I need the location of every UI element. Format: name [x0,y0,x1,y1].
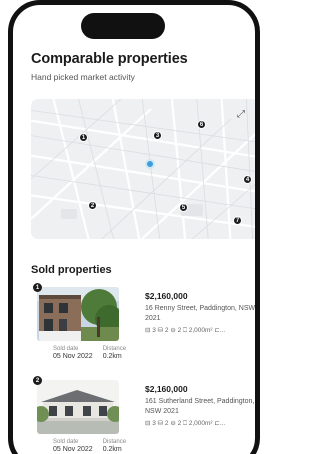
map-pin-4[interactable]: 4 [243,175,252,184]
sold-property-card[interactable]: 1 $2,160,000 16 Renny Street, Paddington… [33,283,256,365]
phone-frame: Comparable properties Hand picked market… [8,0,260,454]
property-features: ⊟ 3 ⛁ 2 ⊖ 2 ⎕ 2,000m² ⊏... [145,420,226,427]
property-info: $2,160,000 16 Renny Street, Paddington, … [145,291,256,335]
card-number-badge: 1 [33,283,42,292]
property-info: $2,160,000 161 Sutherland Street, Paddin… [145,384,255,428]
map-pin-5[interactable]: 5 [179,203,188,212]
sold-date-value: 05 Nov 2022 [53,353,93,360]
property-price: $2,160,000 [145,384,188,394]
sold-properties-heading: Sold properties [31,264,112,276]
expand-icon[interactable]: ⤢ [237,109,245,120]
card-number-badge: 2 [33,376,42,385]
distance-label: Distance [102,439,127,445]
sold-date-value: 05 Nov 2022 [53,446,93,453]
map-pin-1[interactable]: 1 [79,133,88,142]
property-address: 161 Sutherland Street, Paddington, NSW 2… [145,398,255,415]
distance-label: Distance [102,346,127,352]
map-pin-2[interactable]: 2 [88,201,97,210]
comparables-map[interactable]: ⤢ 1 2 3 4 5 6 7 [31,99,255,239]
subject-property-pin[interactable] [145,159,155,169]
map-streets [31,99,255,239]
map-pin-7[interactable]: 7 [233,216,242,225]
property-meta: Sold date 05 Nov 2022 Distance 0.2km [53,346,126,360]
map-pin-6[interactable]: 6 [197,120,206,129]
page-title: Comparable properties [31,51,188,67]
property-photo [37,287,119,341]
property-price: $2,160,000 [145,291,188,301]
map-pin-3[interactable]: 3 [153,131,162,140]
page-subtitle: Hand picked market activity [31,72,135,82]
property-meta: Sold date 05 Nov 2022 Distance 0.2km [53,439,126,453]
distance-value: 0.2km [102,446,122,453]
distance-value: 0.2km [102,353,122,360]
sold-property-card[interactable]: 2 $2,160,000 161 Sutherland Street, Padd… [33,376,255,454]
property-photo [37,380,119,434]
sold-date-label: Sold date [53,346,79,352]
property-features: ⊟ 3 ⛁ 2 ⊖ 2 ⎕ 2,000m² ⊏... [145,327,226,334]
screen: Comparable properties Hand picked market… [13,5,255,454]
property-address: 16 Renny Street, Paddington, NSW 2021 [145,305,256,322]
sold-date-label: Sold date [53,439,79,445]
